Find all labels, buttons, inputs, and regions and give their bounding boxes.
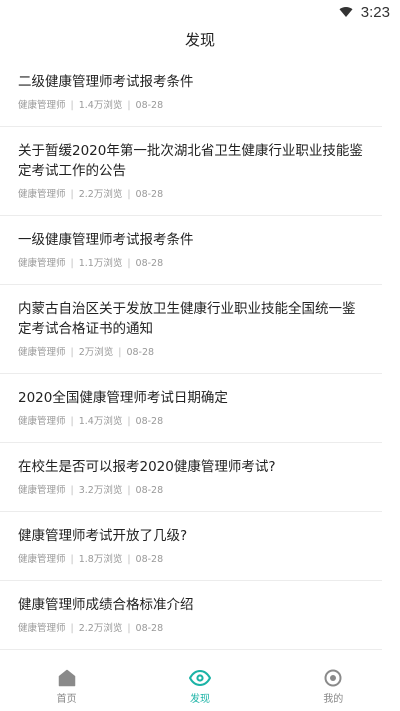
- nav-discover-label: 发现: [189, 693, 210, 705]
- article-date: 08-28: [135, 485, 164, 496]
- article-date: 08-28: [135, 554, 164, 565]
- nav-mine[interactable]: 我的: [267, 661, 400, 711]
- article-views: 2.2万浏览: [78, 623, 123, 634]
- article-meta: 健康管理师 | 2.2万浏览 | 08-28: [18, 189, 164, 200]
- article-views: 1.8万浏览: [78, 554, 123, 565]
- article-title: 一级健康管理师考试报考条件: [18, 232, 194, 248]
- eye-icon: [188, 668, 211, 688]
- article-views: 2万浏览: [78, 347, 114, 358]
- article-source: 健康管理师: [18, 416, 66, 427]
- nav-mine-label: 我的: [323, 693, 344, 705]
- article-list: 二级健康管理师考试报考条件 健康管理师 | 1.4万浏览 | 08-28 关于暂缓2…: [0, 58, 400, 661]
- article-date: 08-28: [126, 347, 155, 358]
- status-time: 3:23: [360, 3, 390, 21]
- article-date: 08-28: [135, 416, 164, 427]
- article-title: 二级健康管理师考试报考条件: [18, 74, 194, 90]
- list-item[interactable]: 健康管理师成绩合格标准介绍 健康管理师 | 2.2万浏览 | 08-28: [0, 581, 382, 650]
- nav-discover[interactable]: 发现: [133, 661, 266, 711]
- article-date: 08-28: [135, 100, 164, 111]
- list-item[interactable]: 内蒙古自治区关于发放卫生健康行业职业技能全国统一鉴定考试合格证书的通知 健康管理…: [0, 285, 382, 374]
- wifi-icon: [339, 6, 353, 18]
- article-source: 健康管理师: [18, 623, 66, 634]
- article-views: 3.2万浏览: [78, 485, 123, 496]
- page-title: 发现: [184, 30, 215, 49]
- bottom-nav: 首页 发现 我的: [0, 661, 400, 711]
- list-item[interactable]: 健康管理师考试开放了几级? 健康管理师 | 1.8万浏览 | 08-28: [0, 512, 382, 581]
- profile-icon: [324, 668, 342, 688]
- article-title: 2020全国健康管理师考试日期确定: [18, 390, 228, 406]
- nav-home[interactable]: 首页: [0, 661, 133, 711]
- list-item[interactable]: 关于暂缓2020年第一批次湖北省卫生健康行业职业技能鉴定考试工作的公告 健康管理…: [0, 127, 382, 216]
- status-bar: 3:23: [0, 0, 400, 24]
- article-meta: 健康管理师 | 1.1万浏览 | 08-28: [18, 258, 164, 269]
- article-source: 健康管理师: [18, 100, 66, 111]
- screen: 3:23 发现 二级健康管理师考试报考条件 健康管理师 | 1.4万浏览 | 08-…: [0, 0, 400, 711]
- article-source: 健康管理师: [18, 347, 66, 358]
- article-title: 关于暂缓2020年第一批次湖北省卫生健康行业职业技能鉴定考试工作的公告: [18, 143, 363, 179]
- article-views: 1.1万浏览: [78, 258, 123, 269]
- nav-home-label: 首页: [56, 693, 77, 705]
- list-item[interactable]: 在校生是否可以报考2020健康管理师考试? 健康管理师 | 3.2万浏览 | 08-…: [0, 443, 382, 512]
- list-item[interactable]: 二级健康管理师考试报考条件 健康管理师 | 1.4万浏览 | 08-28: [0, 58, 382, 127]
- article-date: 08-28: [135, 623, 164, 634]
- article-title: 内蒙古自治区关于发放卫生健康行业职业技能全国统一鉴定考试合格证书的通知: [18, 301, 356, 337]
- article-title: 在校生是否可以报考2020健康管理师考试?: [18, 459, 276, 475]
- list-item[interactable]: 一级健康管理师考试报考条件 健康管理师 | 1.1万浏览 | 08-28: [0, 216, 382, 285]
- article-meta: 健康管理师 | 3.2万浏览 | 08-28: [18, 485, 164, 496]
- article-views: 2.2万浏览: [78, 189, 123, 200]
- list-item[interactable]: 2020全国健康管理师考试日期确定 健康管理师 | 1.4万浏览 | 08-28: [0, 374, 382, 443]
- article-title: 健康管理师考试开放了几级?: [18, 528, 188, 544]
- article-source: 健康管理师: [18, 258, 66, 269]
- home-icon: [58, 668, 76, 688]
- article-meta: 健康管理师 | 1.4万浏览 | 08-28: [18, 416, 164, 427]
- article-source: 健康管理师: [18, 554, 66, 565]
- article-title: 健康管理师成绩合格标准介绍: [18, 597, 194, 613]
- article-date: 08-28: [135, 189, 164, 200]
- article-source: 健康管理师: [18, 189, 66, 200]
- article-date: 08-28: [135, 258, 164, 269]
- article-views: 1.4万浏览: [78, 100, 123, 111]
- article-views: 1.4万浏览: [78, 416, 123, 427]
- article-meta: 健康管理师 | 1.8万浏览 | 08-28: [18, 554, 164, 565]
- article-source: 健康管理师: [18, 485, 66, 496]
- article-meta: 健康管理师 | 2.2万浏览 | 08-28: [18, 623, 164, 634]
- article-meta: 健康管理师 | 2万浏览 | 08-28: [18, 347, 155, 358]
- article-meta: 健康管理师 | 1.4万浏览 | 08-28: [18, 100, 164, 111]
